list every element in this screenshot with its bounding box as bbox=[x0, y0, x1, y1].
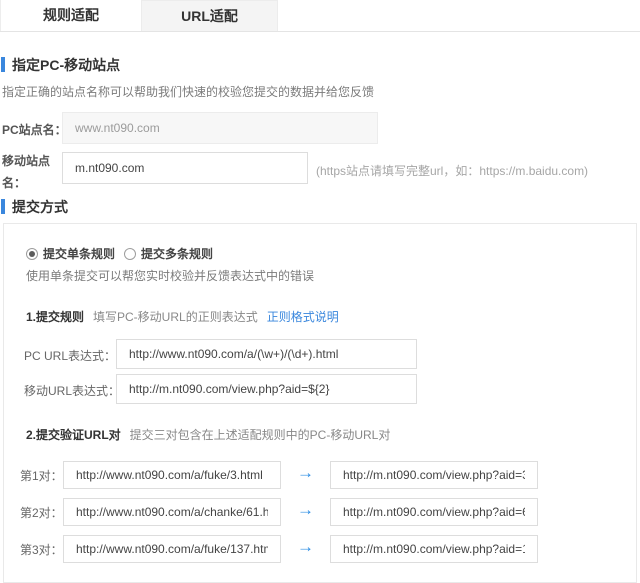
pair1-label: 第1对： bbox=[20, 467, 63, 484]
mobile-site-hint: (https站点请填写完整url，如：https://m.baidu.com) bbox=[316, 162, 588, 179]
section-title-submit: 提交方式 bbox=[1, 199, 68, 215]
mobile-site-label: 移动站点名： bbox=[2, 150, 54, 194]
pc-site-label: PC站点名： bbox=[2, 121, 67, 138]
pair3-mobile-input[interactable] bbox=[330, 535, 538, 563]
pair1-mobile-input[interactable] bbox=[330, 461, 538, 489]
section-marker-icon bbox=[1, 199, 5, 214]
section-marker-icon bbox=[1, 57, 5, 72]
radio-single-rule[interactable]: 提交单条规则 bbox=[26, 245, 115, 262]
site-description: 指定正确的站点名称可以帮助我们快速的校验您提交的数据并给您反馈 bbox=[2, 83, 374, 100]
section-title-site: 指定PC-移动站点 bbox=[1, 57, 120, 73]
step1-subtitle: 填写PC-移动URL的正则表达式 bbox=[93, 310, 258, 324]
radio-multi-rule-label: 提交多条规则 bbox=[141, 245, 213, 262]
pair2-mobile-input[interactable] bbox=[330, 498, 538, 526]
rule-adaptation-page: 规则适配 URL适配 指定PC-移动站点 指定正确的站点名称可以帮助我们快速的校… bbox=[0, 0, 640, 572]
mobile-site-input[interactable] bbox=[62, 152, 308, 184]
pc-expr-label: PC URL表达式： bbox=[24, 347, 116, 364]
tab-url-adaptation[interactable]: URL适配 bbox=[141, 0, 278, 31]
pair3-pc-input[interactable] bbox=[63, 535, 281, 563]
submit-panel: 提交单条规则 提交多条规则 使用单条提交可以帮您实时校验并反馈表达式中的错误 1… bbox=[3, 223, 637, 583]
step2-title: 2.提交验证URL对 bbox=[26, 428, 121, 442]
step1-title: 1.提交规则 bbox=[26, 310, 84, 324]
pc-site-input[interactable] bbox=[62, 112, 378, 144]
tab-bar: 规则适配 URL适配 bbox=[0, 0, 640, 32]
section-title-submit-text: 提交方式 bbox=[12, 199, 68, 215]
radio-note: 使用单条提交可以帮您实时校验并反馈表达式中的错误 bbox=[26, 267, 314, 284]
regex-format-link[interactable]: 正则格式说明 bbox=[267, 310, 339, 324]
pair1-pc-input[interactable] bbox=[63, 461, 281, 489]
tab-rule-adaptation[interactable]: 规则适配 bbox=[0, 0, 141, 31]
step2-title-row: 2.提交验证URL对提交三对包含在上述适配规则中的PC-移动URL对 bbox=[26, 426, 390, 443]
mobile-expr-input[interactable] bbox=[116, 374, 417, 404]
arrow-right-icon: → bbox=[297, 464, 314, 481]
pair3-label: 第3对： bbox=[20, 541, 63, 558]
arrow-right-icon: → bbox=[297, 501, 314, 518]
arrow-right-icon: → bbox=[297, 538, 314, 555]
section-title-site-text: 指定PC-移动站点 bbox=[12, 57, 120, 73]
radio-single-rule-label: 提交单条规则 bbox=[43, 245, 115, 262]
radio-unselected-icon[interactable] bbox=[124, 248, 136, 260]
radio-multi-rule[interactable]: 提交多条规则 bbox=[124, 245, 213, 262]
pair2-label: 第2对： bbox=[20, 504, 63, 521]
pair2-pc-input[interactable] bbox=[63, 498, 281, 526]
mobile-expr-label: 移动URL表达式： bbox=[24, 382, 120, 399]
step1-title-row: 1.提交规则填写PC-移动URL的正则表达式正则格式说明 bbox=[26, 308, 339, 325]
pc-expr-input[interactable] bbox=[116, 339, 417, 369]
step2-subtitle: 提交三对包含在上述适配规则中的PC-移动URL对 bbox=[130, 428, 391, 442]
radio-selected-icon[interactable] bbox=[26, 248, 38, 260]
